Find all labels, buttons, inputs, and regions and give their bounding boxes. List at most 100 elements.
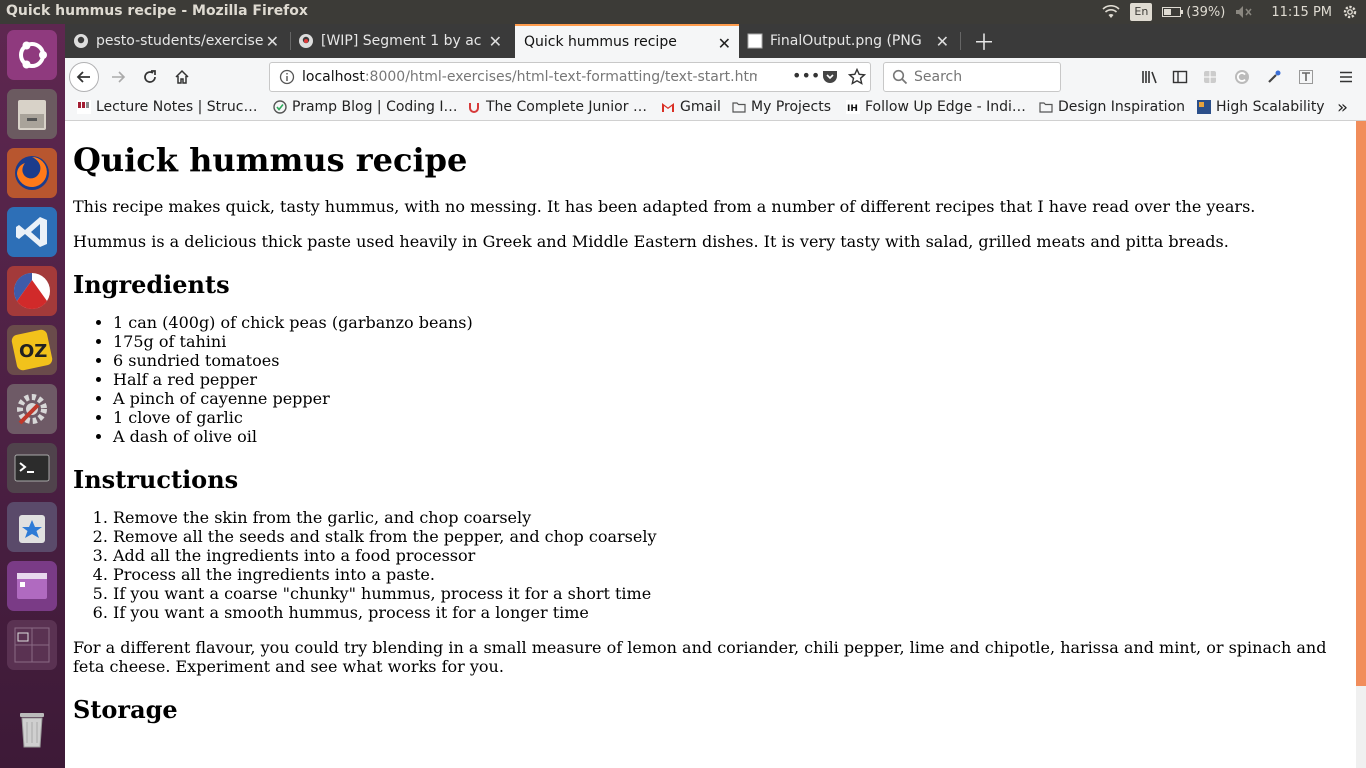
system-settings-icon[interactable] [7, 384, 57, 434]
list-item: A pinch of cayenne pepper [113, 389, 1333, 408]
folder-icon [732, 102, 746, 113]
close-icon[interactable]: ✕ [718, 34, 731, 53]
ih-icon: IH [846, 100, 860, 114]
url-bar[interactable]: localhost:8000/html-exercises/html-text-… [269, 62, 871, 92]
instructions-heading: Instructions [73, 465, 239, 494]
extension-c-icon [1235, 70, 1249, 84]
extension-grid-icon [1204, 71, 1216, 83]
extension-button-2[interactable] [1229, 64, 1255, 90]
bookmark-gmail[interactable]: Gmail [661, 99, 721, 115]
bookmark-complete-junior[interactable]: The Complete Junior … [467, 99, 647, 115]
intro-paragraph-2: Hummus is a delicious thick paste used h… [73, 232, 1229, 251]
bookmark-star-icon[interactable] [848, 68, 866, 86]
search-bar[interactable] [883, 62, 1061, 92]
new-tab-button[interactable]: ＋ [970, 24, 998, 58]
workspace-app-icon[interactable] [7, 561, 57, 611]
close-icon[interactable]: ✕ [936, 32, 949, 51]
mozart-oz-icon[interactable]: OZ [7, 325, 57, 375]
intro-paragraph-1: This recipe makes quick, tasty hummus, w… [73, 197, 1256, 216]
reload-icon [144, 70, 156, 83]
ubuntu-dash-icon[interactable] [7, 30, 57, 80]
variation-paragraph: For a different flavour, you could try b… [73, 638, 1327, 676]
forward-button[interactable] [105, 64, 131, 90]
reload-button[interactable] [137, 64, 163, 90]
bookmark-design-inspiration[interactable]: Design Inspiration [1039, 99, 1185, 115]
pocket-icon[interactable] [822, 69, 838, 85]
wifi-icon[interactable] [1102, 0, 1120, 24]
list-item: 1 can (400g) of chick peas (garbanzo bea… [113, 313, 1333, 332]
extension-button-1[interactable] [1197, 64, 1223, 90]
url-text[interactable]: localhost:8000/html-exercises/html-text-… [302, 69, 757, 85]
bookmark-high-scalability[interactable]: High Scalability [1197, 99, 1325, 115]
keyboard-language-indicator[interactable]: En [1130, 0, 1153, 24]
search-icon [892, 69, 908, 85]
list-item: Process all the ingredients into a paste… [113, 565, 1333, 584]
trash-icon[interactable] [7, 704, 57, 754]
system-tray: En (39%) 11:15 PM [1102, 0, 1366, 24]
page-scrollbar[interactable] [1356, 121, 1366, 768]
menu-button[interactable] [1333, 64, 1359, 90]
bookmark-my-projects[interactable]: My Projects [732, 99, 831, 115]
battery-percent: (39%) [1186, 4, 1226, 20]
info-icon[interactable] [279, 69, 295, 85]
list-item: If you want a coarse "chunky" hummus, pr… [113, 584, 1333, 603]
bookmark-pramp-blog[interactable]: Pramp Blog | Coding I… [273, 99, 458, 115]
battery-indicator[interactable]: (39%) [1162, 0, 1225, 24]
svg-text:IH: IH [847, 104, 858, 114]
bookmarks-overflow-chevron-icon[interactable]: » [1337, 97, 1348, 118]
home-icon [175, 69, 189, 84]
home-button[interactable] [169, 64, 195, 90]
bookmarks-toolbar: Lecture Notes | Struc… Pramp Blog | Codi… [65, 96, 1366, 121]
racket-icon[interactable] [7, 266, 57, 316]
volume-muted-icon[interactable] [1235, 0, 1253, 24]
url-host: localhost [302, 69, 365, 85]
close-icon[interactable]: ✕ [489, 32, 502, 51]
instructions-list: Remove the skin from the garlic, and cho… [73, 508, 1333, 622]
forward-arrow-icon [112, 71, 126, 83]
software-center-icon[interactable] [7, 502, 57, 552]
folder-icon [1039, 102, 1053, 113]
page-actions-more-icon[interactable]: ••• [792, 66, 820, 85]
bookmark-label: Lecture Notes | Struc… [96, 99, 258, 115]
tab-wip-segment[interactable]: [WIP] Segment 1 by ackir ✕ [298, 24, 510, 58]
page-title: Quick hummus recipe [73, 141, 468, 179]
tab-label: pesto-students/exercise [96, 33, 263, 49]
back-button[interactable] [69, 62, 99, 92]
image-file-icon [747, 33, 763, 49]
vscode-icon[interactable] [7, 207, 57, 257]
files-icon[interactable] [7, 89, 57, 139]
mit-ocw-icon [77, 100, 91, 114]
bookmark-follow-up-edge[interactable]: IH Follow Up Edge - Indi… [846, 99, 1026, 115]
svg-text:OZ: OZ [19, 341, 47, 362]
scrollbar-thumb[interactable] [1356, 121, 1366, 686]
bookmark-lecture-notes[interactable]: Lecture Notes | Struc… [77, 99, 258, 115]
tab-finaloutput-png[interactable]: FinalOutput.png (PNG Ir ✕ [747, 24, 957, 58]
sidebar-button[interactable] [1167, 64, 1193, 90]
tab-pesto-students[interactable]: pesto-students/exercise ✕ [73, 24, 287, 58]
workspace-switcher-icon[interactable] [7, 620, 57, 670]
firefox-icon[interactable] [7, 148, 57, 198]
sidebar-icon [1172, 70, 1188, 84]
udemy-u-icon [469, 103, 479, 113]
ingredients-heading: Ingredients [73, 270, 230, 299]
navigation-toolbar: localhost:8000/html-exercises/html-text-… [65, 58, 1366, 97]
list-item: A dash of olive oil [113, 427, 1333, 446]
search-input[interactable] [912, 68, 1056, 86]
launcher-sidebar: OZ [0, 24, 65, 768]
storage-heading: Storage [73, 695, 178, 724]
extension-button-4[interactable] [1293, 64, 1319, 90]
extension-button-3[interactable] [1261, 64, 1287, 90]
system-menu-gear-icon[interactable] [1342, 0, 1358, 24]
pramp-check-icon [273, 100, 287, 114]
system-top-panel: Quick hummus recipe - Mozilla Firefox En… [0, 0, 1366, 24]
bookmark-label: Design Inspiration [1058, 99, 1186, 115]
tab-label: FinalOutput.png (PNG Ir [770, 33, 927, 49]
library-button[interactable] [1137, 64, 1163, 90]
terminal-icon[interactable] [7, 443, 57, 493]
high-scalability-icon [1197, 100, 1211, 114]
close-icon[interactable]: ✕ [266, 32, 279, 51]
clock[interactable]: 11:15 PM [1271, 0, 1332, 24]
list-item: Half a red pepper [113, 370, 1333, 389]
tab-label: Quick hummus recipe [524, 34, 677, 50]
tab-quick-hummus-recipe[interactable]: Quick hummus recipe ✕ [515, 24, 739, 58]
